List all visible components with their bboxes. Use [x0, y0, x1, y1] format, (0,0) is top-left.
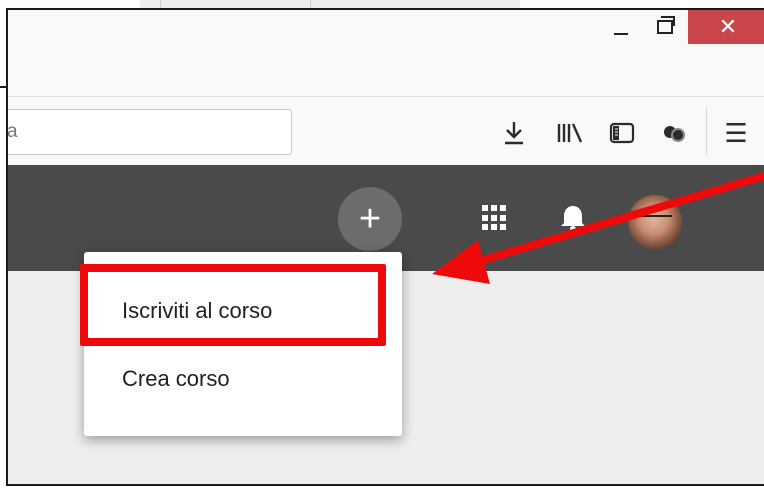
download-icon[interactable]: [496, 115, 532, 151]
close-icon: ✕: [718, 14, 738, 39]
url-text: a: [7, 121, 18, 142]
menu-item-join-course[interactable]: Iscriviti al corso: [122, 298, 272, 324]
minimize-button[interactable]: [604, 10, 638, 44]
menu-glyph: ☰: [724, 117, 748, 148]
library-icon[interactable]: [552, 115, 588, 151]
restore-icon: [657, 16, 675, 34]
notifications-icon[interactable]: [558, 203, 588, 233]
toolbar-separator: [706, 107, 707, 155]
browser-toolbar: a ☰: [8, 97, 764, 165]
close-button[interactable]: ✕: [688, 10, 764, 44]
extension-icon[interactable]: [656, 115, 692, 151]
apps-grid-icon[interactable]: [482, 205, 508, 231]
avatar-glasses: [638, 215, 672, 225]
url-bar[interactable]: a: [7, 109, 292, 155]
top-strip: [140, 0, 520, 8]
plus-icon: +: [358, 198, 382, 240]
menu-item-create-course[interactable]: Crea corso: [122, 366, 230, 392]
user-avatar[interactable]: [628, 195, 682, 249]
create-dropdown-menu: Iscriviti al corso Crea corso: [84, 252, 402, 436]
browser-window: ✕ a ☰ + Iscriviti al corso Crea corso: [6, 8, 764, 486]
add-button[interactable]: +: [338, 187, 402, 251]
sidebar-icon[interactable]: [604, 115, 640, 151]
title-bar: ✕: [8, 10, 764, 97]
minimize-icon: [614, 33, 628, 35]
menu-icon[interactable]: ☰: [718, 115, 754, 151]
restore-button[interactable]: [648, 10, 682, 44]
